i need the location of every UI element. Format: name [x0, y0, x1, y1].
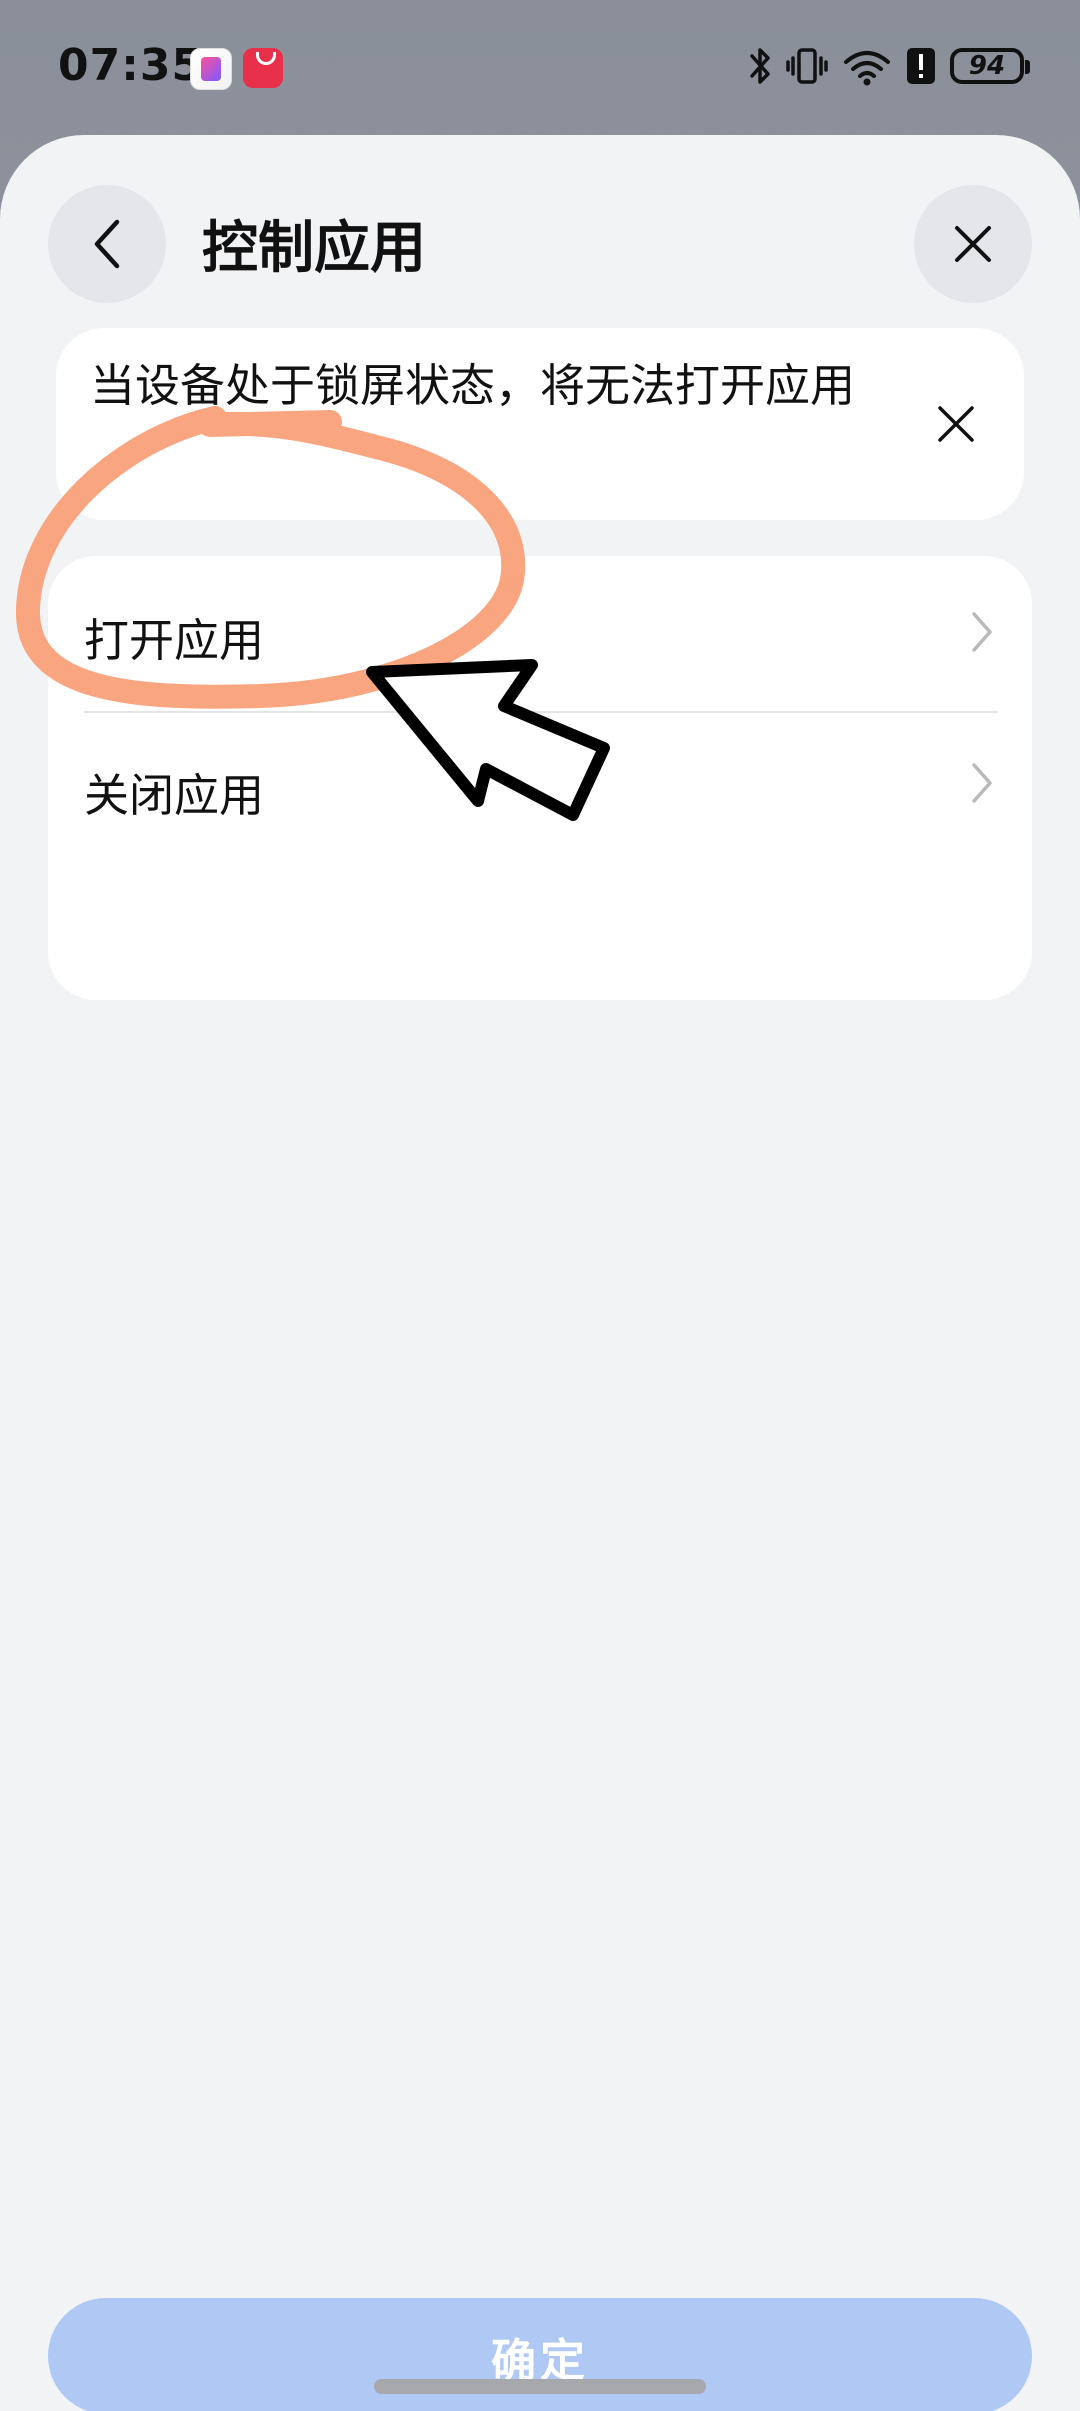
status-bar: 07:35 94	[0, 0, 1080, 135]
alert-icon	[907, 48, 935, 84]
page-title: 控制应用	[202, 216, 426, 281]
chevron-left-icon	[94, 219, 120, 269]
chevron-right-icon	[972, 612, 992, 652]
lock-screen-notice: 当设备处于锁屏状态，将无法打开应用	[56, 328, 1024, 520]
chevron-right-icon	[972, 763, 992, 803]
status-time: 07:35	[58, 40, 204, 91]
option-label: 关闭应用	[84, 769, 265, 822]
books-icon	[190, 48, 232, 90]
bluetooth-icon	[750, 48, 770, 84]
back-button[interactable]	[48, 185, 166, 303]
notice-text: 当设备处于锁屏状态，将无法打开应用	[90, 359, 856, 412]
status-icons: 94	[748, 46, 1030, 86]
close-icon	[955, 226, 991, 262]
battery-level: 94	[968, 51, 1006, 81]
bottom-sheet: 控制应用 当设备处于锁屏状态，将无法打开应用 打开应用 关闭应用 确定	[0, 135, 1080, 2411]
wifi-icon	[844, 51, 890, 86]
options-list: 打开应用 关闭应用	[48, 556, 1032, 1000]
app-gallery-icon	[243, 48, 283, 88]
close-icon	[938, 406, 974, 442]
confirm-button[interactable]: 确定	[48, 2298, 1032, 2411]
option-open-app[interactable]: 打开应用	[48, 556, 1032, 711]
close-button[interactable]	[914, 185, 1032, 303]
dismiss-notice-button[interactable]	[928, 396, 984, 452]
home-indicator[interactable]	[374, 2379, 706, 2394]
vibrate-icon	[786, 48, 828, 84]
option-close-app[interactable]: 关闭应用	[48, 711, 1032, 853]
option-label: 打开应用	[84, 614, 265, 667]
battery-indicator: 94	[950, 48, 1030, 84]
